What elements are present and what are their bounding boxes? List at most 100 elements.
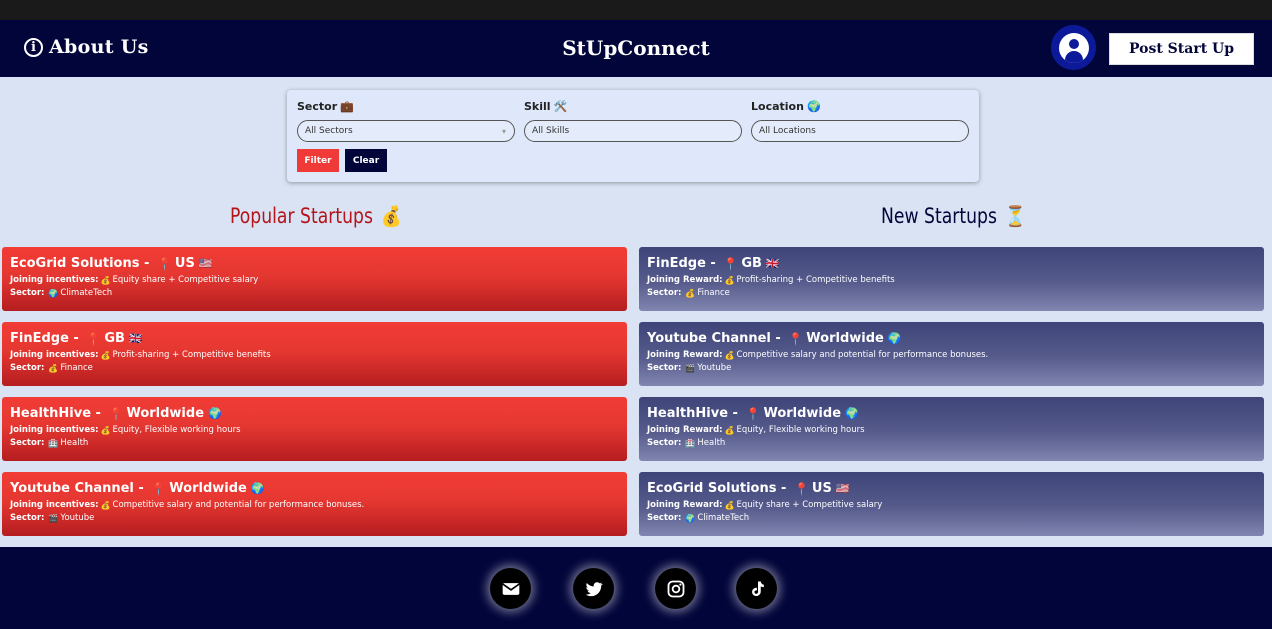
sector-filter: Sector 💼 All Sectors ▾	[297, 99, 515, 142]
location-pin-icon: 📍	[151, 481, 167, 496]
sector-row: Sector: 💰 Finance	[10, 363, 619, 373]
filter-button[interactable]: Filter	[297, 149, 339, 172]
footer	[0, 547, 1272, 629]
location-label: Location	[751, 99, 804, 113]
location-flag-icon: 🇺🇸	[198, 257, 213, 270]
skill-label: Skill	[524, 99, 551, 113]
startup-location: Worldwide	[806, 331, 884, 346]
incentive-key: Joining Reward:	[647, 425, 723, 435]
skill-select-value: All Skills	[532, 126, 570, 136]
startup-title: HealthHive - 📍 Worldwide 🌍	[647, 405, 1256, 422]
startup-name: EcoGrid Solutions	[10, 256, 140, 271]
post-start-up-button[interactable]: Post Start Up	[1109, 33, 1254, 65]
incentive-value: Competitive salary and potential for per…	[112, 500, 365, 510]
sector-select-value: All Sectors	[305, 126, 353, 136]
sector-row: Sector: 🏥 Health	[10, 438, 619, 448]
location-pin-icon: 📍	[723, 256, 739, 271]
money-bag-icon: 💰	[724, 500, 735, 510]
location-flag-icon: 🇺🇸	[835, 482, 850, 495]
skill-select[interactable]: All Skills	[524, 120, 742, 142]
tools-icon: 🛠️	[553, 99, 568, 113]
sector-icon: 🌍	[48, 288, 59, 298]
about-us-link[interactable]: i About Us	[24, 36, 149, 58]
location-pin-icon: 📍	[788, 331, 804, 346]
about-us-label: About Us	[49, 36, 149, 58]
mail-icon[interactable]	[490, 568, 531, 609]
twitter-icon[interactable]	[573, 568, 614, 609]
sector-key: Sector:	[10, 513, 45, 523]
sector-row: Sector: 🌍 ClimateTech	[647, 513, 1256, 523]
sector-row: Sector: 🏥 Health	[647, 438, 1256, 448]
popular-startups-heading: Popular Startups 💰	[230, 204, 402, 228]
startup-location: GB	[104, 331, 125, 346]
startup-title: Youtube Channel - 📍 Worldwide 🌍	[10, 480, 619, 497]
startup-location: US	[811, 481, 832, 496]
startup-location: Worldwide	[763, 406, 842, 421]
startup-title: EcoGrid Solutions - 📍 US 🇺🇸	[10, 255, 619, 272]
money-bag-icon: 💰	[100, 425, 111, 435]
filter-panel: Sector 💼 All Sectors ▾ Skill 🛠️ All Skil…	[287, 90, 979, 182]
incentive-value: Equity, Flexible working hours	[736, 425, 865, 435]
sector-value: Finance	[697, 288, 730, 298]
incentive-key: Joining Reward:	[647, 275, 723, 285]
new-startup-card[interactable]: Youtube Channel - 📍 Worldwide 🌍 Joining Rew…	[639, 322, 1264, 386]
popular-startup-card[interactable]: Youtube Channel - 📍 Worldwide 🌍 Joining inc…	[2, 472, 627, 536]
money-bag-icon: 💰	[100, 500, 111, 510]
incentive-value: Profit-sharing + Competitive benefits	[736, 275, 895, 285]
startup-title: FinEdge - 📍 GB 🇬🇧	[647, 255, 1256, 272]
startup-location: Worldwide	[169, 481, 247, 496]
clear-button[interactable]: Clear	[345, 149, 387, 172]
chevron-down-icon: ▾	[501, 127, 506, 136]
money-bag-icon: 💰	[100, 350, 111, 360]
popular-startups-title: Popular Startups	[230, 204, 373, 228]
startup-title: FinEdge - 📍 GB 🇬🇧	[10, 330, 619, 347]
globe-icon: 🌍	[806, 99, 821, 113]
location-pin-icon: 📍	[156, 256, 172, 271]
location-pin-icon: 📍	[86, 331, 102, 346]
sector-select[interactable]: All Sectors ▾	[297, 120, 515, 142]
incentive-row: Joining incentives: 💰 Competitive salary a…	[10, 500, 619, 510]
popular-startup-card[interactable]: HealthHive - 📍 Worldwide 🌍 Joining incentiv…	[2, 397, 627, 461]
sector-row: Sector: 🎬 Youtube	[647, 363, 1256, 373]
new-startups-title: New Startups	[881, 204, 997, 228]
title-dash: -	[91, 406, 106, 421]
incentive-key: Joining incentives:	[10, 500, 99, 510]
new-startup-card[interactable]: HealthHive - 📍 Worldwide 🌍 Joining Reward: 💰…	[639, 397, 1264, 461]
popular-startup-card[interactable]: FinEdge - 📍 GB 🇬🇧 Joining incentives: 💰 Profi…	[2, 322, 627, 386]
startup-location: US	[174, 256, 195, 271]
startup-name: FinEdge	[10, 331, 69, 346]
info-icon: i	[24, 37, 43, 57]
location-flag-icon: 🌍	[887, 332, 902, 345]
startup-name: Youtube Channel	[10, 481, 134, 496]
profile-button[interactable]	[1051, 25, 1096, 70]
sector-icon: 🎬	[48, 513, 59, 523]
title-dash: -	[705, 256, 721, 271]
startup-name: HealthHive	[10, 406, 92, 421]
title-dash: -	[770, 331, 786, 346]
startup-name: EcoGrid Solutions	[647, 481, 777, 496]
sector-value: Youtube	[60, 513, 95, 523]
new-startups-heading: New Startups ⏳	[881, 204, 1026, 228]
sector-key: Sector:	[647, 288, 682, 298]
popular-startup-card[interactable]: EcoGrid Solutions - 📍 US 🇺🇸 Joining incenti…	[2, 247, 627, 311]
location-select-value: All Locations	[759, 126, 816, 136]
location-flag-icon: 🇬🇧	[128, 332, 143, 345]
startup-name: Youtube Channel	[647, 331, 771, 346]
startup-location: Worldwide	[126, 406, 205, 421]
sector-row: Sector: 🎬 Youtube	[10, 513, 619, 523]
browser-top-strip	[0, 0, 1272, 20]
instagram-icon[interactable]	[655, 568, 696, 609]
skill-filter: Skill 🛠️ All Skills	[524, 99, 742, 142]
sector-value: ClimateTech	[697, 513, 750, 523]
new-startup-card[interactable]: EcoGrid Solutions - 📍 US 🇺🇸 Joining Reward:…	[639, 472, 1264, 536]
incentive-key: Joining incentives:	[10, 425, 99, 435]
tiktok-icon[interactable]	[736, 568, 777, 609]
location-select[interactable]: All Locations	[751, 120, 969, 142]
new-startup-card[interactable]: FinEdge - 📍 GB 🇬🇧 Joining Reward: 💰 Profit-sh…	[639, 247, 1264, 311]
startup-name: FinEdge	[647, 256, 706, 271]
incentive-value: Profit-sharing + Competitive benefits	[112, 350, 271, 360]
startup-title: Youtube Channel - 📍 Worldwide 🌍	[647, 330, 1256, 347]
sector-key: Sector:	[10, 288, 45, 298]
incentive-value: Equity, Flexible working hours	[112, 425, 241, 435]
incentive-row: Joining incentives: 💰 Equity, Flexible wor…	[10, 425, 619, 435]
